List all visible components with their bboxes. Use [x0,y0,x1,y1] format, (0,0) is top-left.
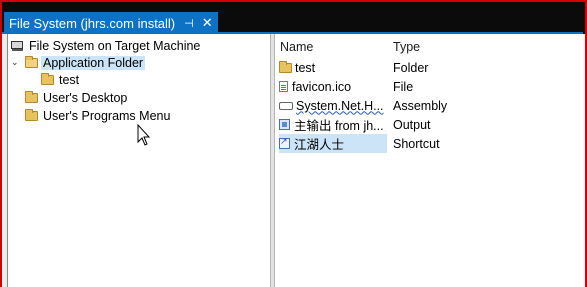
column-header-type[interactable]: Type [393,40,420,54]
list-item-favicon[interactable]: favicon.ico File [279,77,579,96]
item-type: File [393,79,414,94]
item-type: Assembly [393,98,448,113]
tree-item-root[interactable]: File System on Target Machine [11,37,202,54]
file-list[interactable]: Name Type test Folder favicon.ico File S… [275,34,585,287]
tree-item-users-programs-menu[interactable]: User's Programs Menu [25,107,172,124]
item-name: favicon.ico [292,79,352,94]
list-item-test[interactable]: test Folder [279,58,579,77]
tab-title: File System (jhrs.com install) [9,15,176,31]
tab-strip: File System (jhrs.com install) ⊣ ✕ [2,2,585,34]
column-header-name[interactable]: Name [280,40,313,54]
item-type: Shortcut [393,136,440,151]
mouse-cursor-icon [137,124,151,146]
list-item-shortcut[interactable]: 江湖人士 Shortcut [279,134,579,153]
folder-icon [25,90,38,103]
name-cell: favicon.ico [279,77,387,96]
folder-open-icon [25,55,38,68]
item-name: 江湖人士 [294,138,345,152]
tree-item-label: File System on Target Machine [29,38,201,53]
item-name: test [295,60,316,75]
item-name: System.Net.H... [296,98,384,113]
tree-item-label: User's Programs Menu [43,108,171,123]
folder-icon [41,72,54,85]
tree-item-users-desktop[interactable]: User's Desktop [25,89,129,106]
pin-icon[interactable]: ⊣ [184,17,194,30]
list-item-primary-output[interactable]: 主输出 from jh... Output [279,115,579,134]
tree-item-label: Application Folder [41,55,146,70]
assembly-icon [279,101,293,110]
close-icon[interactable]: ✕ [202,15,213,31]
output-icon [279,119,290,130]
shortcut-icon [279,136,290,149]
name-cell: test [279,58,387,77]
name-cell: System.Net.H... [279,96,387,115]
folder-icon [279,60,292,73]
chevron-down-icon[interactable]: ⌄ [11,57,19,68]
tree-item-label: User's Desktop [43,90,128,105]
folder-icon [25,108,38,121]
name-cell: 主输出 from jh... [279,115,387,134]
file-icon [279,81,288,92]
tree-item-label: test [59,72,80,87]
list-item-system-net[interactable]: System.Net.H... Assembly [279,96,579,115]
tree-item-test[interactable]: test [41,71,81,88]
item-type: Output [393,117,431,132]
tab-file-system[interactable]: File System (jhrs.com install) ⊣ ✕ [4,12,218,34]
computer-icon [11,40,23,51]
name-cell: 江湖人士 [279,134,387,153]
file-system-tree[interactable]: File System on Target Machine ⌄ Applicat… [7,34,271,287]
item-type: Folder [393,60,429,75]
editor-content: File System on Target Machine ⌄ Applicat… [2,34,585,287]
tree-item-application-folder[interactable]: Application Folder [25,54,146,71]
item-name: 主输出 from jh... [294,119,384,133]
